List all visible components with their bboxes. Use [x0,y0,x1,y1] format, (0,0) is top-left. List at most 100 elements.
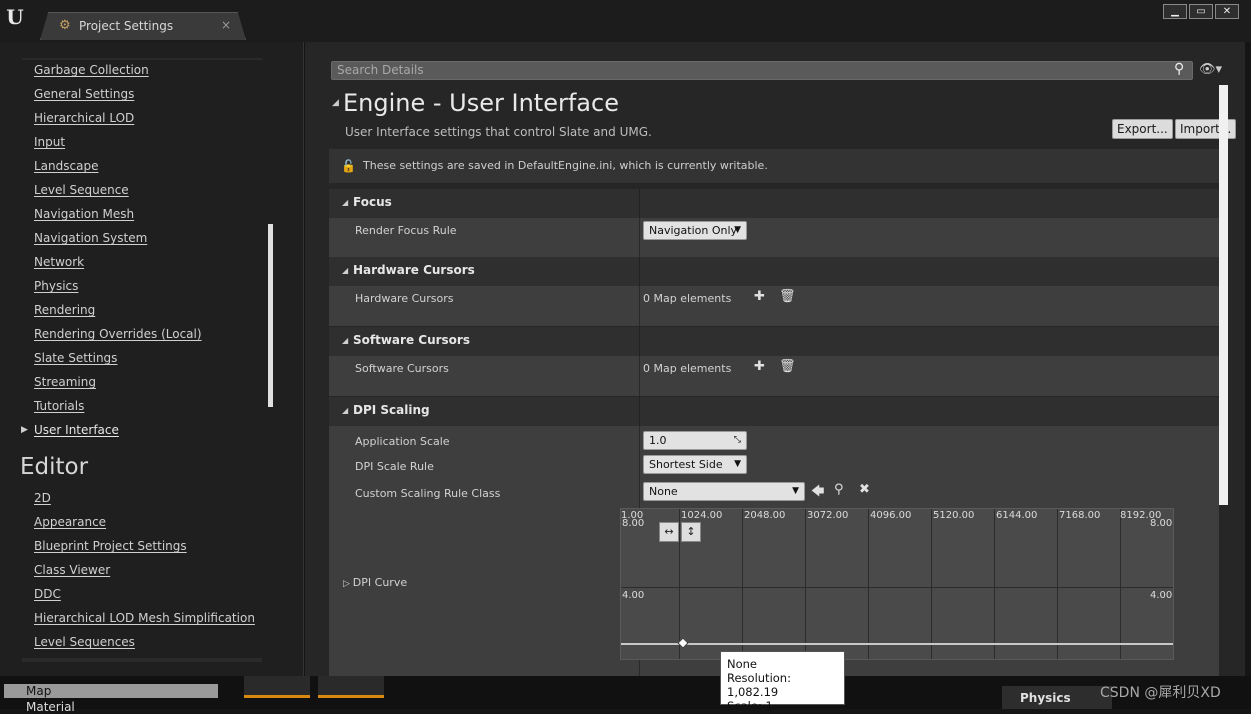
sidebar-item-network[interactable]: Network [34,252,202,276]
folder-item-map[interactable]: Map [4,684,218,698]
sidebar-item-landscape[interactable]: Landscape [34,156,202,180]
page-title: Engine - User Interface [343,89,619,117]
sidebar-item-ddc[interactable]: DDC [34,584,255,608]
fit-vertical-icon[interactable]: ↕ [681,522,701,542]
expand-arrow-icon: ◢ [342,198,349,207]
category-focus[interactable]: ◢ Focus [329,189,1219,218]
sidebar-item-streaming[interactable]: Streaming [34,372,202,396]
sidebar-item-physics[interactable]: Physics [34,276,202,300]
tab-title: Project Settings [79,19,174,33]
trash-icon[interactable]: 🗑 [779,359,796,374]
y-tick-left: 8.00 [622,518,645,529]
sidebar-item-navigation-mesh[interactable]: Navigation Mesh [34,204,202,228]
category-title: Focus [353,195,392,209]
sidebar-item-appearance[interactable]: Appearance [34,512,255,536]
y-tick-right: 8.00 [1150,518,1173,529]
maximize-button[interactable]: ▭ [1189,4,1213,19]
curve-line [621,643,1173,645]
dpi-scale-rule-dropdown[interactable]: Shortest Side ▼ [643,455,747,474]
tab-project-settings[interactable]: ⚙ Project Settings × [40,12,246,40]
details-panel: Search Details ⚲ 👁▾ ◢ Engine - User Inte… [305,42,1245,694]
sidebar-item-rendering-overrides[interactable]: Rendering Overrides (Local) [34,324,202,348]
folder-item-material[interactable]: Material [4,700,218,714]
use-selected-arrow-icon[interactable]: 🡄 [811,482,824,504]
category-dpi-scaling[interactable]: ◢ DPI Scaling [329,397,1219,426]
add-element-icon[interactable]: ✚ [754,289,765,304]
category-title: Hardware Cursors [353,263,475,277]
sidebar-item-input[interactable]: Input [34,132,202,156]
x-tick: 3072.00 [807,510,849,521]
sidebar-item-2d[interactable]: 2D [34,488,255,512]
settings-gear-icon: ⚙ [59,18,71,33]
close-window-button[interactable]: ✕ [1215,4,1239,19]
sidebar-item-blueprint-project-settings[interactable]: Blueprint Project Settings [34,536,255,560]
asset-thumbnail[interactable] [244,676,310,698]
resize-handle-icon: ⤡ [733,435,741,445]
dpi-curve-editor[interactable]: 1.00 1024.00 2048.00 3072.00 4096.00 512… [620,508,1174,660]
asset-thumbnail[interactable] [318,676,384,698]
watermark: CSDN @犀利贝XD [1100,685,1221,701]
property-row-software-cursors: Software Cursors 0 Map elements ✚ 🗑 [329,356,1219,396]
view-options-eye-icon[interactable]: 👁▾ [1199,62,1222,77]
property-row-render-focus-rule: Render Focus Rule Navigation Only ▼ [329,218,1219,257]
x-tick: 7168.00 [1059,510,1101,521]
sidebar-item-hlod-mesh-simplification[interactable]: Hierarchical LOD Mesh Simplification [34,608,255,632]
chevron-down-icon: ▼ [792,486,799,496]
property-row-hardware-cursors: Hardware Cursors 0 Map elements ✚ 🗑 [329,286,1219,326]
category-software-cursors[interactable]: ◢ Software Cursors [329,327,1219,356]
clear-x-icon[interactable]: ✖ [859,482,870,497]
sidebar-section-editor: Editor [20,454,89,480]
sidebar-item-class-viewer[interactable]: Class Viewer [34,560,255,584]
notice-text: These settings are saved in DefaultEngin… [363,159,768,172]
sidebar-item-garbage-collection[interactable]: Garbage Collection [34,60,202,84]
application-scale-label: Application Scale [355,435,450,448]
sidebar-item-user-interface[interactable]: User Interface [34,420,202,444]
expand-arrow-icon: ◢ [342,336,349,345]
unreal-logo-icon: U [6,5,24,29]
fit-horizontal-icon[interactable]: ↔ [659,522,679,542]
browse-magnifier-icon[interactable]: ⚲ [834,482,844,497]
title-bar: U ⚙ Project Settings × ▁ ▭ ✕ [0,0,1251,42]
custom-scaling-rule-dropdown[interactable]: None ▼ [643,482,805,501]
details-scrollbar[interactable] [1219,85,1228,505]
x-tick: 5120.00 [933,510,975,521]
y-tick-left: 4.00 [622,590,645,601]
application-scale-input[interactable]: 1.0 ⤡ [643,431,747,450]
expand-arrow-icon: ◢ [342,266,349,275]
window-controls: ▁ ▭ ✕ [1163,4,1239,19]
map-elements-count: 0 Map elements [643,292,732,305]
editor-settings-list: 2D Appearance Blueprint Project Settings… [34,488,255,656]
sidebar-item-tutorials[interactable]: Tutorials [34,396,202,420]
minimize-button[interactable]: ▁ [1163,4,1187,19]
add-element-icon[interactable]: ✚ [754,359,765,374]
export-button[interactable]: Export... [1112,119,1173,139]
sidebar-item-level-sequences[interactable]: Level Sequences [34,632,255,656]
config-notice: 🔓 These settings are saved in DefaultEng… [329,149,1219,183]
search-input[interactable]: Search Details [331,61,1193,80]
curve-tooltip: None Resolution: 1,082.19 Scale: 1 [720,651,845,713]
sidebar-item-slate-settings[interactable]: Slate Settings [34,348,202,372]
sidebar-scrollbar[interactable] [268,224,273,407]
dpi-curve-label[interactable]: ▷ DPI Curve [343,576,407,589]
sidebar-item-hierarchical-lod[interactable]: Hierarchical LOD [34,108,202,132]
active-item-arrow-icon: ▶ [21,425,28,435]
sidebar-item-rendering[interactable]: Rendering [34,300,202,324]
chevron-down-icon: ▼ [734,459,741,469]
collapse-arrow-icon[interactable]: ◢ [332,98,339,108]
tab-physics[interactable]: Physics [1002,686,1112,709]
trash-icon[interactable]: 🗑 [779,289,796,304]
render-focus-rule-dropdown[interactable]: Navigation Only ▼ [643,221,747,240]
page-subtitle: User Interface settings that control Sla… [345,125,652,139]
y-tick-right: 4.00 [1150,590,1173,601]
tab-close-icon[interactable]: × [221,18,231,32]
x-tick: 4096.00 [870,510,912,521]
custom-scaling-rule-label: Custom Scaling Rule Class [355,487,501,500]
sidebar-item-general-settings[interactable]: General Settings [34,84,202,108]
sidebar-item-level-sequence[interactable]: Level Sequence [34,180,202,204]
category-hardware-cursors[interactable]: ◢ Hardware Cursors [329,257,1219,286]
expand-arrow-icon: ◢ [342,406,349,415]
sidebar-item-navigation-system[interactable]: Navigation System [34,228,202,252]
search-icon[interactable]: ⚲ [1174,61,1184,77]
property-label: Hardware Cursors [355,292,454,305]
property-label: Software Cursors [355,362,449,375]
